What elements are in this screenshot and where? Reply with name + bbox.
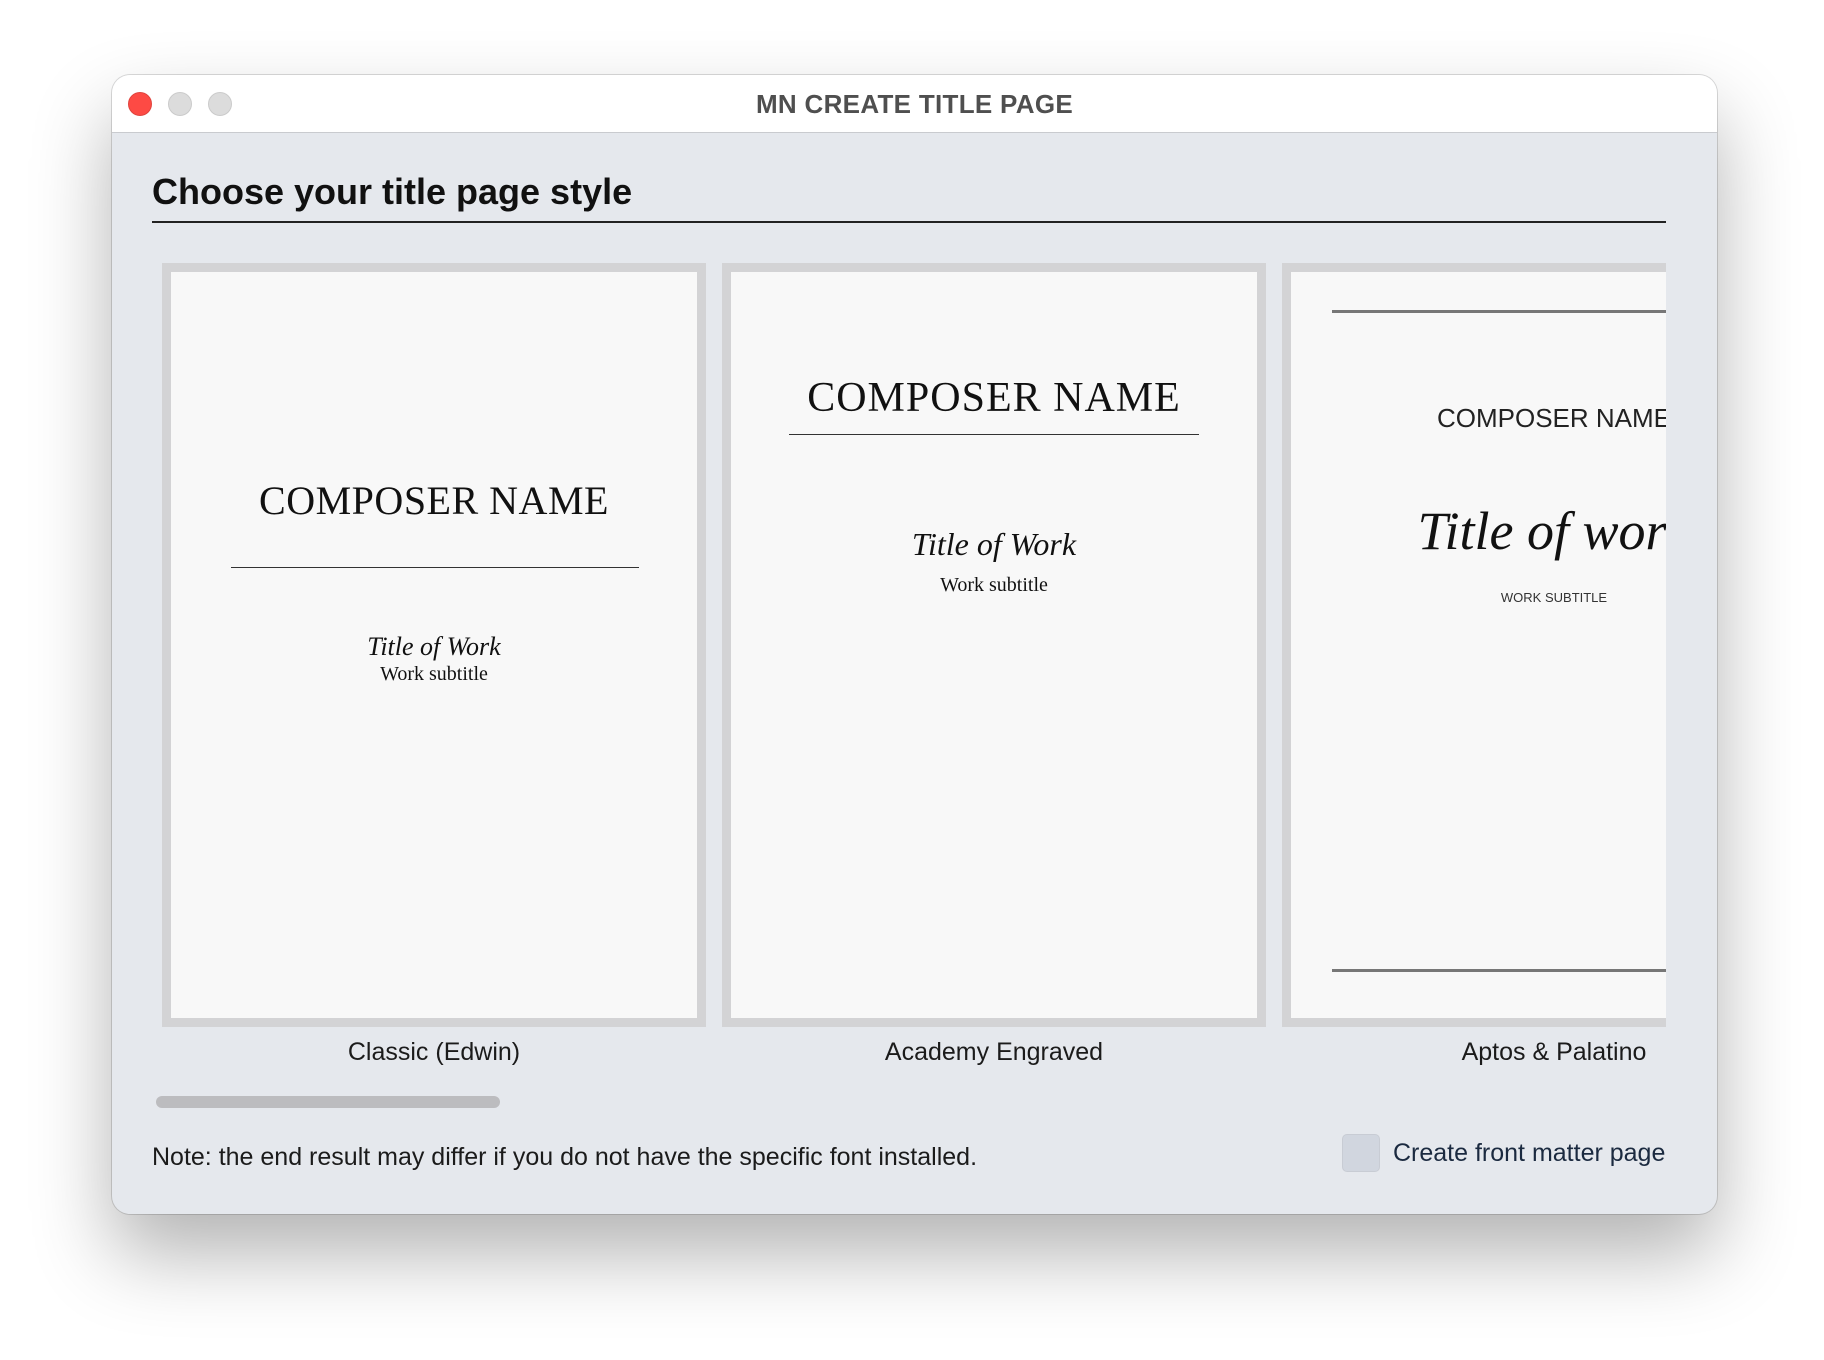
preview-subtitle: Work subtitle <box>940 574 1048 596</box>
preview-title: Title of Work <box>367 632 501 661</box>
title-page-preview: COMPOSER NAME Title of work WORK SUBTITL… <box>1291 272 1666 1018</box>
dialog-window: MN CREATE TITLE PAGE Choose your title p… <box>112 75 1717 1214</box>
style-card-clip: COMPOSER NAME Title of work WORK SUBTITL… <box>1282 263 1666 1027</box>
style-card-classic-edwin[interactable]: COMPOSER NAME Title of Work Work subtitl… <box>162 263 706 1027</box>
preview-title: Title of work <box>1417 501 1666 561</box>
preview-subtitle: WORK SUBTITLE <box>1500 590 1608 605</box>
front-matter-option[interactable]: Create front matter page <box>1342 1133 1665 1173</box>
font-note: Note: the end result may differ if you d… <box>152 1143 978 1171</box>
preview-composer-name: COMPOSER NAME <box>259 478 609 523</box>
preview-rule <box>789 434 1199 435</box>
style-label-academy-engraved[interactable]: Academy Engraved <box>722 1038 1266 1067</box>
preview-composer-name: COMPOSER NAME <box>1436 403 1666 433</box>
title-page-preview: COMPOSER NAME Title of Work Work subtitl… <box>171 272 697 1018</box>
front-matter-checkbox[interactable] <box>1342 1134 1380 1172</box>
heading-divider <box>152 221 1666 223</box>
style-card-aptos-palatino[interactable]: COMPOSER NAME Title of work WORK SUBTITL… <box>1282 263 1666 1027</box>
preview-bottom-rule <box>1332 969 1666 972</box>
style-label-aptos-palatino[interactable]: Aptos & Palatino <box>1282 1038 1717 1067</box>
style-label-classic-edwin[interactable]: Classic (Edwin) <box>162 1038 706 1067</box>
preview-rule <box>231 567 639 568</box>
horizontal-scrollbar-thumb[interactable] <box>156 1096 500 1108</box>
preview-composer-name: COMPOSER NAME <box>807 375 1181 421</box>
section-heading: Choose your title page style <box>152 171 633 212</box>
style-card-academy-engraved[interactable]: COMPOSER NAME Title of Work Work subtitl… <box>722 263 1266 1027</box>
front-matter-label[interactable]: Create front matter page <box>1393 1139 1665 1168</box>
title-bar: MN CREATE TITLE PAGE <box>112 75 1717 133</box>
window-title: MN CREATE TITLE PAGE <box>755 89 1074 119</box>
title-page-preview: COMPOSER NAME Title of Work Work subtitl… <box>731 272 1257 1018</box>
preview-title: Title of Work <box>911 526 1077 562</box>
preview-subtitle: Work subtitle <box>380 663 488 685</box>
preview-top-rule <box>1332 310 1666 313</box>
